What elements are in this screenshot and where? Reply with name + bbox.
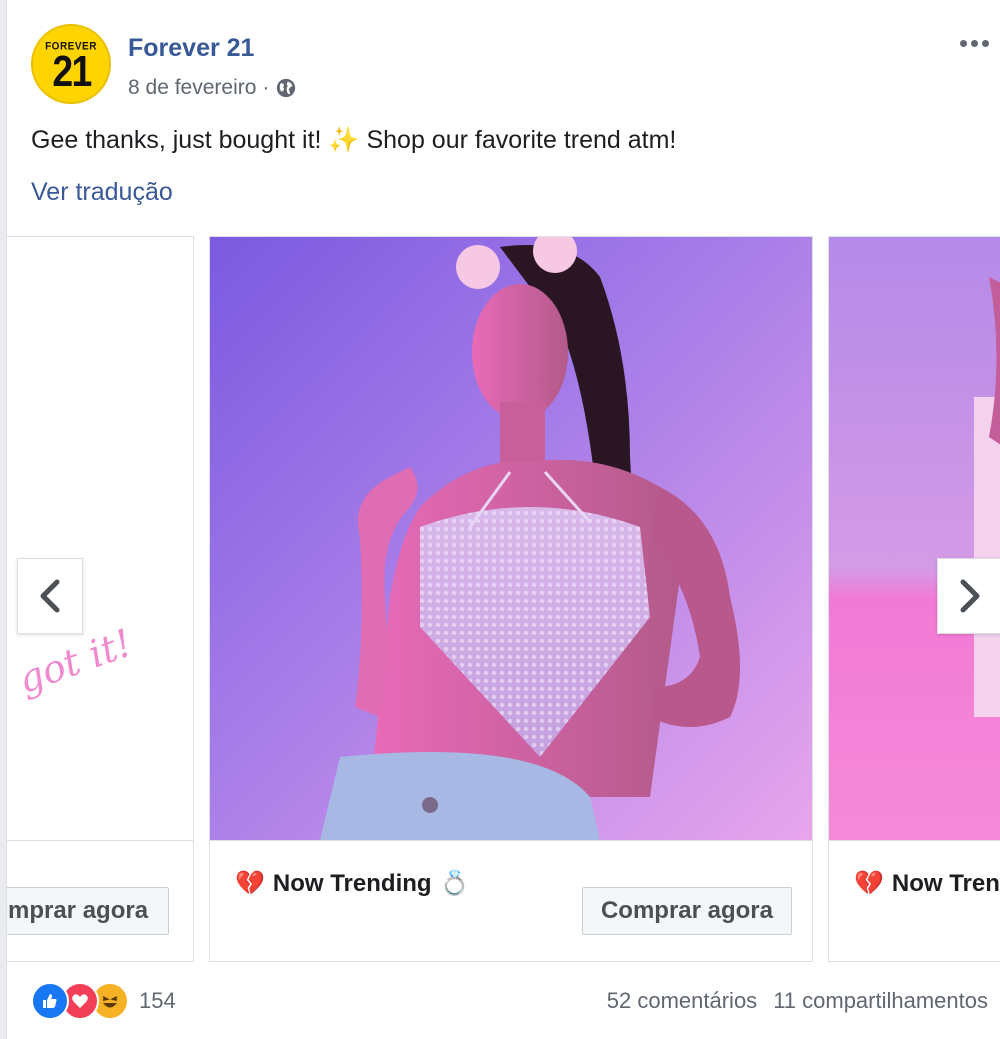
page-avatar[interactable]: FOREVER 21 bbox=[31, 24, 111, 104]
product-image-previous[interactable]: got it! bbox=[7, 237, 193, 840]
post-text: Gee thanks, just bought it! ✨ Shop our f… bbox=[31, 126, 677, 154]
ring-icon: 💍 bbox=[439, 870, 470, 897]
product-carousel: got it! Comprar agora bbox=[7, 236, 1000, 962]
see-translation-link[interactable]: Ver tradução bbox=[31, 178, 173, 207]
meta-separator: · bbox=[262, 76, 270, 99]
chevron-left-icon bbox=[40, 579, 60, 613]
reaction-count[interactable]: 154 bbox=[139, 988, 176, 1014]
reactions-summary[interactable]: 154 bbox=[31, 982, 176, 1020]
broken-heart-icon: 💔 bbox=[235, 870, 265, 897]
more-options-icon[interactable] bbox=[960, 34, 996, 52]
like-icon bbox=[31, 982, 69, 1020]
facebook-post: FOREVER 21 Forever 21 8 de fevereiro · G… bbox=[6, 0, 1000, 1039]
page-name-link[interactable]: Forever 21 bbox=[128, 34, 254, 63]
card-title-main: 💔 Now Trending 💍 bbox=[235, 869, 469, 898]
avatar-big-text: 21 bbox=[51, 46, 92, 96]
card-title-next: 💔 Now Trending bbox=[854, 869, 1000, 898]
shop-now-button-previous[interactable]: Comprar agora bbox=[7, 887, 169, 935]
chevron-right-icon bbox=[960, 579, 980, 613]
post-date[interactable]: 8 de fevereiro bbox=[128, 76, 256, 100]
product-image-main[interactable] bbox=[210, 237, 812, 840]
card-footer-next: 💔 Now Trending bbox=[829, 840, 1000, 961]
carousel-next-button[interactable] bbox=[937, 558, 1000, 634]
carousel-card-main[interactable]: 💔 Now Trending 💍 Comprar agora bbox=[209, 236, 813, 962]
next-photo bbox=[829, 237, 1000, 840]
card-footer-previous: Comprar agora bbox=[7, 840, 193, 961]
model-photo bbox=[210, 237, 812, 840]
shop-now-button-main[interactable]: Comprar agora bbox=[581, 887, 792, 935]
globe-icon bbox=[277, 78, 296, 98]
shares-count-link[interactable]: 11 compartilhamentos bbox=[773, 988, 988, 1014]
card-title-text: Now Trending bbox=[891, 869, 1000, 897]
script-lettering: got it! bbox=[12, 621, 137, 702]
card-title-text: Now Trending bbox=[272, 869, 432, 897]
broken-heart-icon: 💔 bbox=[854, 870, 884, 897]
post-meta: 8 de fevereiro · bbox=[128, 76, 297, 100]
product-image-next[interactable] bbox=[829, 237, 1000, 840]
comments-count-link[interactable]: 52 comentários bbox=[607, 988, 757, 1014]
post-stats: 52 comentários 11 compartilhamentos bbox=[607, 988, 988, 1014]
card-footer-main: 💔 Now Trending 💍 Comprar agora bbox=[210, 840, 812, 961]
carousel-previous-button[interactable] bbox=[17, 558, 83, 634]
